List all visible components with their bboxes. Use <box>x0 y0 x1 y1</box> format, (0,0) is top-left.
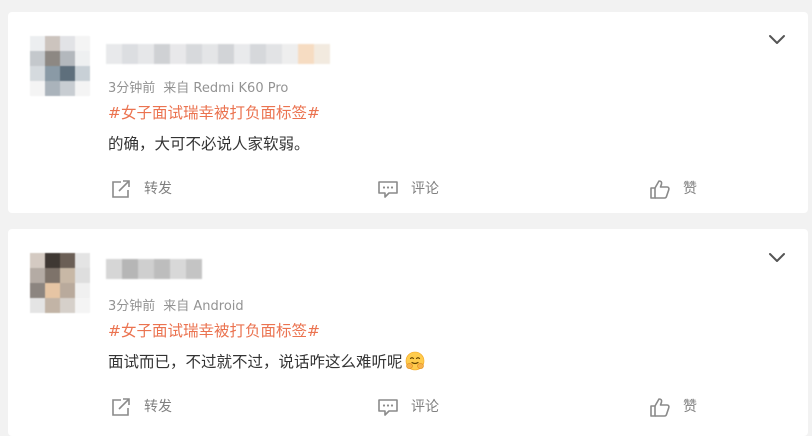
post-source: 来自 Redmi K60 Pro <box>163 81 289 96</box>
chevron-down-icon[interactable] <box>766 246 788 268</box>
like-button[interactable]: 赞 <box>649 179 697 199</box>
post-time: 3分钟前 <box>108 299 156 314</box>
repost-label: 转发 <box>144 181 172 197</box>
post-content: 的确，大可不必说人家软弱。 <box>108 135 310 153</box>
like-label: 赞 <box>683 399 697 415</box>
topic-link[interactable]: #女子面试瑞幸被打负面标签# <box>108 319 320 341</box>
comment-label: 评论 <box>411 181 439 197</box>
comment-button[interactable]: 评论 <box>377 397 439 417</box>
repost-button[interactable]: 转发 <box>110 397 172 417</box>
post-card: 3分钟前 来自 Android #女子面试瑞幸被打负面标签# 面试而已，不过就不过… <box>8 229 808 436</box>
share-arrow-icon <box>112 180 130 198</box>
thumbs-up-icon <box>650 180 670 199</box>
username[interactable] <box>106 259 202 279</box>
repost-button[interactable]: 转发 <box>110 179 172 199</box>
avatar[interactable] <box>30 253 90 313</box>
avatar[interactable] <box>30 36 90 96</box>
topic-link[interactable]: #女子面试瑞幸被打负面标签# <box>108 101 320 123</box>
comment-button[interactable]: 评论 <box>377 179 439 199</box>
chevron-down-icon[interactable] <box>766 28 788 50</box>
post-content-text: 面试而已，不过就不过，说话咋这么难听呢 <box>108 353 403 371</box>
like-button[interactable]: 赞 <box>649 397 697 417</box>
comment-label: 评论 <box>411 399 439 415</box>
comment-bubble-icon <box>378 399 398 416</box>
post-meta: 3分钟前 来自 Redmi K60 Pro <box>108 77 288 96</box>
thumbs-up-icon <box>650 398 670 417</box>
post-content: 面试而已，不过就不过，说话咋这么难听呢 <box>108 350 425 372</box>
hugging-face-emoji <box>405 351 424 371</box>
username[interactable] <box>106 44 330 64</box>
post-source: 来自 Android <box>163 299 244 314</box>
comment-bubble-icon <box>378 181 398 198</box>
repost-label: 转发 <box>144 399 172 415</box>
comment-feed: 3分钟前 来自 Redmi K60 Pro #女子面试瑞幸被打负面标签# 的确，大… <box>0 0 812 436</box>
post-card: 3分钟前 来自 Redmi K60 Pro #女子面试瑞幸被打负面标签# 的确，大… <box>8 12 808 213</box>
share-arrow-icon <box>112 398 130 416</box>
post-meta: 3分钟前 来自 Android <box>108 295 244 314</box>
post-time: 3分钟前 <box>108 81 156 96</box>
like-label: 赞 <box>683 181 697 197</box>
